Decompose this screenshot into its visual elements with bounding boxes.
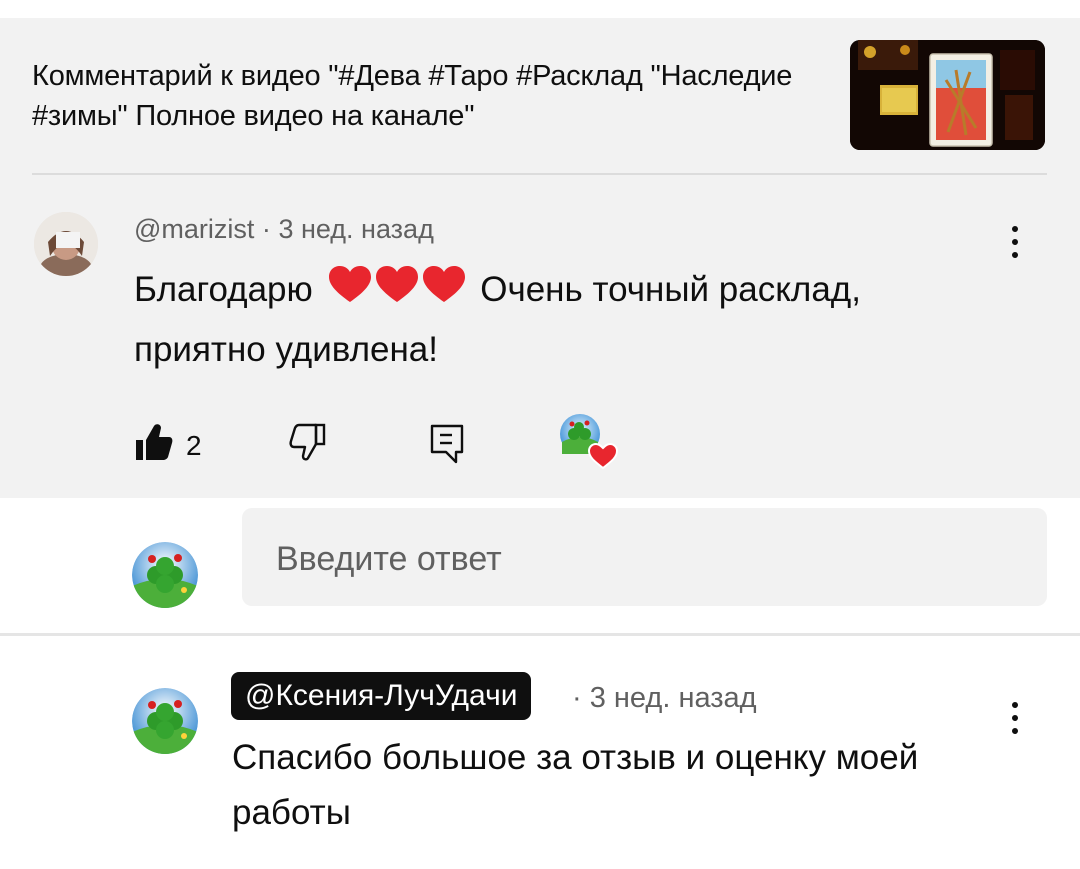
comment-text: Благодарю Очень точный расклад, приятно … xyxy=(134,262,964,378)
reply-text: Спасибо большое за отзыв и оценку моей р… xyxy=(232,738,919,832)
reply-input[interactable]: Введите ответ xyxy=(242,508,1047,606)
reply-author-avatar[interactable] xyxy=(132,688,198,754)
meta-separator: · xyxy=(261,214,271,244)
thumbs-up-filled-icon xyxy=(136,424,173,460)
hearts-emoji xyxy=(327,265,467,322)
reply-input-placeholder: Введите ответ xyxy=(276,540,502,578)
comment-menu-icon[interactable] xyxy=(1010,226,1020,266)
reply-menu-icon[interactable] xyxy=(1010,702,1020,742)
like-count: 2 xyxy=(186,430,202,461)
comment-panel: Комментарий к видео "#Дева #Таро #Раскла… xyxy=(0,18,1080,498)
dislike-button[interactable] xyxy=(288,422,328,467)
divider xyxy=(32,173,1047,175)
divider xyxy=(0,633,1080,636)
reply-meta: · 3 нед. назад xyxy=(572,682,757,714)
reply-comment-icon xyxy=(430,424,464,464)
creator-heart[interactable] xyxy=(558,412,619,477)
comment-meta: @marizist · 3 нед. назад xyxy=(134,214,434,245)
comment-time: 3 нед. назад xyxy=(278,214,434,244)
thumbs-down-outline-icon xyxy=(289,423,326,461)
creator-heart-icon xyxy=(560,414,619,470)
top-strip xyxy=(0,0,1080,18)
video-thumbnail[interactable] xyxy=(850,40,1045,150)
comment-text-before: Благодарю xyxy=(134,270,313,309)
comment-author[interactable]: @marizist xyxy=(134,214,254,244)
video-comment-header: Комментарий к видео "#Дева #Таро #Раскла… xyxy=(32,60,793,132)
reply-author-chip[interactable]: @Ксения-ЛучУдачи xyxy=(231,672,532,720)
comment-actions: 2 xyxy=(134,408,634,471)
video-header[interactable]: Комментарий к видео "#Дева #Таро #Раскла… xyxy=(32,56,812,136)
reply-button[interactable] xyxy=(428,422,468,471)
commenter-avatar[interactable] xyxy=(34,212,98,276)
own-avatar xyxy=(132,542,198,608)
like-button[interactable] xyxy=(134,422,174,467)
